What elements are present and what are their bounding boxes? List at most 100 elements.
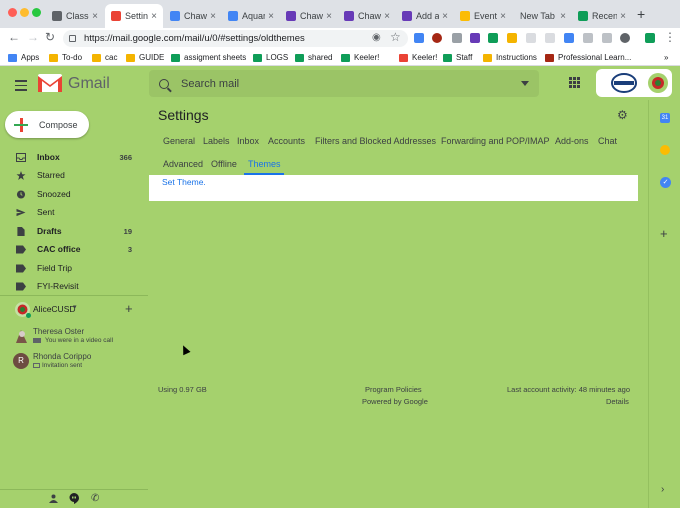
search-bar[interactable]: Search mail — [149, 70, 539, 97]
extension-icon[interactable] — [620, 33, 630, 43]
search-options-icon[interactable] — [521, 81, 529, 86]
tab-inbox[interactable]: Inbox — [237, 136, 259, 146]
bookmark-item[interactable]: Professional Learn... — [545, 51, 631, 64]
browser-tab[interactable]: Events × — [454, 4, 512, 28]
tab-filters[interactable]: Filters and Blocked Addresses — [315, 136, 436, 146]
extension-icon[interactable] — [432, 33, 442, 43]
account-area[interactable] — [596, 69, 672, 97]
google-apps-icon[interactable] — [569, 77, 580, 88]
chevron-right-icon[interactable]: › — [661, 484, 664, 495]
tab-general[interactable]: General — [163, 136, 195, 146]
close-tab-icon[interactable]: × — [210, 11, 216, 22]
close-tab-icon[interactable]: × — [92, 11, 98, 22]
forward-arrow-icon[interactable]: → — [27, 30, 39, 44]
tab-chat[interactable]: Chat — [598, 136, 617, 146]
close-tab-icon[interactable]: × — [442, 11, 448, 22]
browser-tab[interactable]: Add a × — [396, 4, 454, 28]
calendar-icon[interactable]: 31 — [660, 113, 670, 123]
bookmark-item[interactable]: Apps — [8, 51, 39, 64]
sidebar-item-sent[interactable]: Sent — [0, 203, 140, 221]
close-tab-icon[interactable]: × — [500, 11, 506, 22]
extension-icon[interactable] — [414, 33, 424, 43]
tab-labels[interactable]: Labels — [203, 136, 230, 146]
close-tab-icon[interactable]: × — [268, 11, 274, 22]
more-vert-icon[interactable]: ⋮ — [664, 30, 676, 44]
browser-tab-active[interactable]: Settings × — [105, 4, 163, 28]
extension-icon[interactable] — [526, 33, 536, 43]
extension-icon[interactable] — [645, 33, 655, 43]
bookmark-item[interactable]: GUIDE — [126, 51, 164, 64]
new-tab-button[interactable]: + — [637, 6, 645, 22]
maximize-window-button[interactable] — [32, 8, 41, 17]
extension-icon[interactable] — [545, 33, 555, 43]
sidebar-item-fyi-revisit[interactable]: FYI-Revisit — [0, 277, 140, 295]
tab-advanced[interactable]: Advanced — [163, 159, 203, 169]
search-icon[interactable] — [159, 78, 169, 89]
hangouts-contact[interactable]: Theresa Oster You were in a video call — [0, 325, 148, 349]
bookmark-item[interactable]: To-do — [49, 51, 82, 64]
hangouts-contact[interactable]: R Rhonda Corippo Invitation sent — [0, 350, 148, 374]
browser-tab[interactable]: Classes × — [46, 4, 104, 28]
tab-forwarding[interactable]: Forwarding and POP/IMAP — [441, 136, 550, 146]
url-field[interactable]: https://mail.google.com/mail/u/0/#settin… — [63, 30, 408, 47]
browser-tab[interactable]: Aquar × — [222, 4, 280, 28]
browser-tab[interactable]: Chawa × — [280, 4, 338, 28]
extension-icon[interactable] — [452, 33, 462, 43]
tab-add-ons[interactable]: Add-ons — [555, 136, 589, 146]
bookmarks-overflow-icon[interactable]: » — [664, 51, 668, 64]
set-theme-link[interactable]: Set Theme. — [162, 177, 206, 187]
tasks-icon[interactable]: ✓ — [660, 177, 671, 188]
bookmark-item[interactable]: cac — [92, 51, 117, 64]
extension-icon[interactable] — [470, 33, 480, 43]
add-on-plus-icon[interactable]: + — [660, 226, 668, 241]
back-arrow-icon[interactable]: ← — [8, 30, 20, 44]
avatar[interactable] — [648, 73, 668, 93]
close-tab-icon[interactable]: × — [620, 11, 626, 22]
bookmark-item[interactable]: Staff — [443, 51, 472, 64]
browser-tab[interactable]: Chawa × — [164, 4, 222, 28]
extension-icon[interactable] — [583, 33, 593, 43]
person-icon[interactable] — [49, 494, 58, 506]
bookmark-item[interactable]: LOGS — [253, 51, 288, 64]
browser-tab[interactable]: Chawa × — [338, 4, 396, 28]
bookmark-item[interactable]: shared — [295, 51, 332, 64]
bookmark-item[interactable]: Keeler! — [341, 51, 379, 64]
add-chat-icon[interactable]: + — [125, 301, 133, 316]
bookmark-item[interactable]: assigment sheets — [171, 51, 246, 64]
phone-icon[interactable]: ✆ — [91, 493, 99, 504]
browser-tab[interactable]: New Tab × — [512, 4, 572, 28]
search-input[interactable]: Search mail — [181, 78, 239, 90]
eye-icon[interactable]: ◉ — [372, 32, 381, 43]
minimize-window-button[interactable] — [20, 8, 29, 17]
extension-icon[interactable] — [564, 33, 574, 43]
tab-offline[interactable]: Offline — [211, 159, 237, 169]
extension-icon[interactable] — [488, 33, 498, 43]
browser-tab[interactable]: Recen × — [572, 4, 632, 28]
star-bookmark-icon[interactable]: ☆ — [390, 30, 401, 44]
tab-themes[interactable]: Themes — [248, 159, 281, 169]
sidebar-item-cac-office[interactable]: CAC office 3 — [0, 240, 140, 258]
hangouts-user[interactable]: AliceCUSD ▾ + — [0, 300, 148, 324]
bookmark-item[interactable]: Keeler! — [399, 51, 437, 64]
details-link[interactable]: Details — [606, 397, 629, 406]
sidebar-item-inbox[interactable]: Inbox 366 — [0, 148, 140, 166]
tab-accounts[interactable]: Accounts — [268, 136, 305, 146]
keep-icon[interactable] — [660, 145, 670, 155]
gear-icon[interactable]: ⚙ — [617, 108, 628, 122]
extension-icon[interactable] — [602, 33, 612, 43]
close-tab-icon[interactable]: × — [560, 11, 566, 22]
sidebar-item-drafts[interactable]: Drafts 19 — [0, 222, 140, 240]
hangouts-icon[interactable] — [69, 493, 79, 507]
close-window-button[interactable] — [8, 8, 17, 17]
close-tab-icon[interactable]: × — [384, 11, 390, 22]
sidebar-item-field-trip[interactable]: Field Trip — [0, 259, 140, 277]
close-tab-icon[interactable]: × — [151, 11, 157, 22]
compose-button[interactable]: Compose — [5, 111, 89, 138]
program-policies-link[interactable]: Program Policies — [365, 385, 422, 394]
reload-icon[interactable]: ↻ — [45, 30, 55, 44]
bookmark-item[interactable]: Instructions — [483, 51, 537, 64]
sidebar-item-snoozed[interactable]: Snoozed — [0, 185, 140, 203]
close-tab-icon[interactable]: × — [326, 11, 332, 22]
main-menu-icon[interactable] — [15, 80, 27, 94]
extension-icon[interactable] — [507, 33, 517, 43]
